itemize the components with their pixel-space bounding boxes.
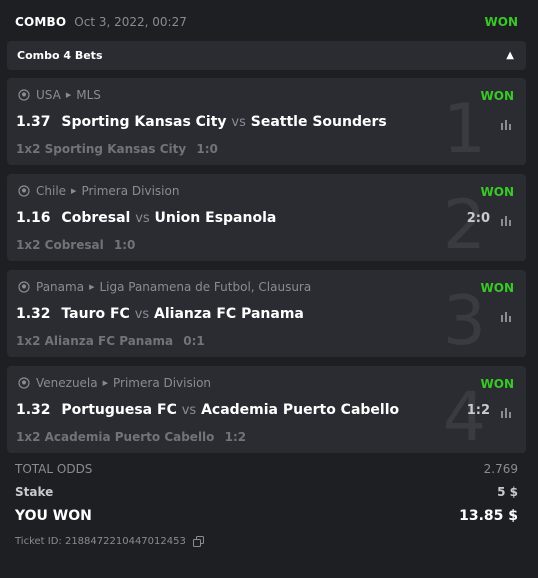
slip-type: COMBO bbox=[15, 15, 67, 29]
bet-selection-name: Cobresal bbox=[44, 238, 104, 252]
bet-result: 1:0 bbox=[196, 142, 218, 156]
slip-date: Oct 3, 2022, 00:27 bbox=[74, 15, 187, 29]
chevron-right-icon: ▶ bbox=[102, 379, 109, 387]
soccer-ball-icon bbox=[18, 377, 30, 389]
home-team: Portuguesa FC bbox=[61, 402, 177, 418]
bet-odds: 1.32 bbox=[16, 402, 51, 418]
away-team: Union Espanola bbox=[154, 210, 277, 226]
copy-icon[interactable] bbox=[192, 536, 204, 547]
stats-icon[interactable] bbox=[500, 310, 514, 322]
payout-row: YOU WON 13.85 $ bbox=[15, 508, 518, 524]
bet-country: Panama bbox=[36, 280, 85, 294]
soccer-ball-icon bbox=[18, 89, 30, 101]
soccer-ball-icon bbox=[18, 185, 30, 197]
bet-league: USA ▶ MLS bbox=[18, 88, 101, 102]
bet-match: 1.32 Tauro FC vs Alianza FC Panama bbox=[16, 306, 304, 322]
bet-match: 1.37 Sporting Kansas City vs Seattle Sou… bbox=[16, 114, 387, 130]
total-odds-label: TOTAL ODDS bbox=[15, 462, 93, 476]
bet-league-name: Primera Division bbox=[81, 184, 180, 198]
match-score: 1:2 bbox=[466, 403, 490, 418]
stake-value: 5 $ bbox=[497, 485, 518, 499]
bet-market: 1x2 bbox=[16, 430, 41, 444]
chevron-right-icon: ▶ bbox=[65, 91, 72, 99]
bet-country: USA bbox=[36, 88, 61, 102]
chevron-right-icon: ▶ bbox=[89, 283, 95, 291]
vs-label: vs bbox=[134, 307, 150, 322]
caret-up-icon[interactable]: ▲ bbox=[506, 50, 514, 61]
bet-result: 1:2 bbox=[224, 430, 247, 444]
bet-card[interactable]: 2 Chile ▶ Primera Division WON 1.16 Cobr… bbox=[7, 174, 526, 261]
bet-card[interactable]: 1 USA ▶ MLS WON 1.37 Sporting Kansas Cit… bbox=[7, 78, 526, 165]
vs-label: vs bbox=[231, 115, 246, 130]
bet-selection: 1x2 Academia Puerto Cabello 1:2 bbox=[16, 430, 246, 444]
slip-status-badge: WON bbox=[484, 15, 518, 29]
bet-selection-name: Alianza FC Panama bbox=[44, 334, 174, 348]
bet-selection: 1x2 Cobresal 1:0 bbox=[16, 238, 135, 252]
bet-market: 1x2 bbox=[16, 334, 41, 348]
total-odds-value: 2.769 bbox=[483, 462, 518, 476]
bet-card[interactable]: 4 Venezuela ▶ Primera Division WON 1.32 … bbox=[7, 366, 526, 453]
bet-market: 1x2 bbox=[16, 238, 41, 252]
ticket-id-row: Ticket ID: 2188472210447012453 bbox=[15, 536, 204, 547]
stats-icon[interactable] bbox=[500, 406, 514, 418]
bet-league: Venezuela ▶ Primera Division bbox=[18, 376, 211, 390]
match-score: 2:0 bbox=[466, 211, 490, 226]
bet-match: 1.16 Cobresal vs Union Espanola bbox=[16, 210, 276, 226]
bet-league-name: Liga Panamena de Futbol, Clausura bbox=[99, 280, 312, 294]
bet-league: Panama ▶ Liga Panamena de Futbol, Clausu… bbox=[18, 280, 311, 294]
soccer-ball-icon bbox=[18, 281, 30, 293]
bet-index: 3 bbox=[442, 282, 486, 357]
bet-country: Venezuela bbox=[36, 376, 98, 390]
stats-icon[interactable] bbox=[500, 118, 514, 130]
payout-value: 13.85 $ bbox=[459, 508, 518, 524]
combo-toggle[interactable]: Combo 4 Bets ▲ bbox=[7, 41, 526, 70]
bet-status-badge: WON bbox=[480, 89, 514, 103]
payout-label: YOU WON bbox=[15, 508, 92, 524]
bet-league-name: Primera Division bbox=[113, 376, 212, 390]
home-team: Cobresal bbox=[61, 210, 131, 226]
vs-label: vs bbox=[135, 211, 150, 226]
bet-result: 0:1 bbox=[183, 334, 205, 348]
combo-label: Combo 4 Bets bbox=[17, 49, 103, 62]
ticket-id: Ticket ID: 2188472210447012453 bbox=[15, 536, 186, 547]
home-team: Tauro FC bbox=[61, 306, 130, 322]
bet-odds: 1.16 bbox=[16, 210, 51, 226]
bet-country: Chile bbox=[36, 184, 67, 198]
vs-label: vs bbox=[181, 403, 197, 418]
bet-status-badge: WON bbox=[480, 281, 514, 295]
bet-slip: COMBO Oct 3, 2022, 00:27 WON Combo 4 Bet… bbox=[0, 0, 538, 578]
stake-label: Stake bbox=[15, 485, 54, 499]
stake-row: Stake 5 $ bbox=[15, 485, 518, 499]
slip-header: COMBO Oct 3, 2022, 00:27 WON bbox=[15, 12, 526, 32]
away-team: Academia Puerto Cabello bbox=[201, 402, 400, 418]
home-team: Sporting Kansas City bbox=[61, 114, 227, 130]
bet-selection: 1x2 Sporting Kansas City 1:0 bbox=[16, 142, 218, 156]
bet-index: 4 bbox=[442, 378, 486, 453]
bet-league: Chile ▶ Primera Division bbox=[18, 184, 179, 198]
bet-market: 1x2 bbox=[16, 142, 41, 156]
bet-selection: 1x2 Alianza FC Panama 0:1 bbox=[16, 334, 205, 348]
bet-status-badge: WON bbox=[480, 185, 514, 199]
bet-selection-name: Sporting Kansas City bbox=[44, 142, 187, 156]
bet-odds: 1.37 bbox=[16, 114, 51, 130]
bet-index: 1 bbox=[442, 90, 486, 165]
bet-index: 2 bbox=[442, 186, 486, 261]
bet-selection-name: Academia Puerto Cabello bbox=[44, 430, 215, 444]
bet-match: 1.32 Portuguesa FC vs Academia Puerto Ca… bbox=[16, 402, 399, 418]
bet-result: 1:0 bbox=[113, 238, 136, 252]
away-team: Seattle Sounders bbox=[250, 114, 387, 130]
bet-status-badge: WON bbox=[480, 377, 514, 391]
away-team: Alianza FC Panama bbox=[154, 306, 304, 322]
bet-card[interactable]: 3 Panama ▶ Liga Panamena de Futbol, Clau… bbox=[7, 270, 526, 357]
bet-league-name: MLS bbox=[76, 88, 101, 102]
total-odds-row: TOTAL ODDS 2.769 bbox=[15, 462, 518, 476]
chevron-right-icon: ▶ bbox=[71, 187, 77, 195]
bet-odds: 1.32 bbox=[16, 306, 51, 322]
stats-icon[interactable] bbox=[500, 214, 514, 226]
